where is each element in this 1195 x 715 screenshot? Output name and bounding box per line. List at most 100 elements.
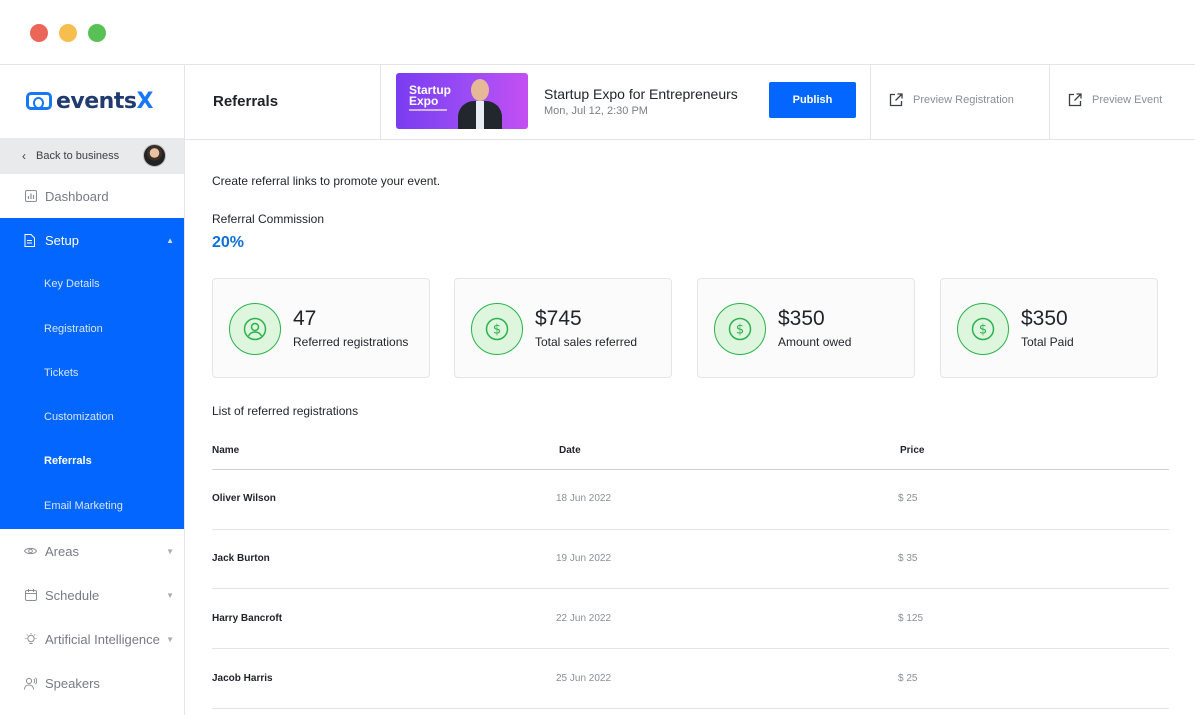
sidebar-subitem-referrals[interactable]: Referrals: [44, 455, 92, 467]
publish-button[interactable]: Publish: [769, 82, 856, 118]
sidebar-item-areas[interactable]: Areas ▼: [0, 529, 184, 573]
chevron-left-icon: ‹: [22, 149, 26, 163]
preview-event-label: Preview Event: [1092, 94, 1163, 106]
external-link-icon: [1068, 93, 1082, 107]
cell-date: 18 Jun 2022: [556, 493, 612, 504]
sidebar-item-setup[interactable]: Setup ▲: [0, 218, 184, 262]
sidebar-subitem-registration[interactable]: Registration: [44, 323, 103, 335]
column-header-date[interactable]: Date: [559, 445, 581, 456]
thumbnail-subline: [409, 109, 447, 111]
lightbulb-icon: [24, 632, 37, 646]
cell-date: 25 Jun 2022: [556, 673, 612, 684]
dollar-icon: $: [471, 303, 523, 355]
commission-label: Referral Commission: [212, 212, 325, 226]
back-label: Back to business: [36, 150, 120, 162]
sidebar-subitem-key-details[interactable]: Key Details: [44, 278, 100, 290]
row-divider: [212, 648, 1169, 649]
cell-name: Harry Bancroft: [212, 613, 283, 624]
page-header: Referrals Startup Expo Startup Expo for …: [185, 65, 1195, 140]
eventsx-logo[interactable]: eventsX: [26, 88, 153, 114]
back-to-business-button[interactable]: ‹ Back to business: [0, 138, 184, 174]
svg-text:$: $: [736, 323, 744, 338]
svg-text:$: $: [493, 323, 501, 338]
page-title: Referrals: [213, 93, 279, 110]
stat-label: Amount owed: [778, 335, 852, 349]
chart-icon: [24, 190, 37, 203]
thumbnail-title: Startup Expo: [409, 83, 451, 108]
table-header-divider: [212, 469, 1169, 470]
cell-price: $ 25: [898, 493, 918, 504]
event-date: Mon, Jul 12, 2:30 PM: [544, 105, 648, 117]
stat-value: 47: [293, 307, 317, 330]
stat-value: $745: [535, 307, 582, 330]
preview-event-button[interactable]: Preview Event: [1068, 93, 1162, 107]
sidebar-item-label: Setup: [45, 232, 79, 248]
external-link-icon: [889, 93, 903, 107]
sidebar-subitem-tickets[interactable]: Tickets: [44, 367, 78, 379]
row-divider: [212, 588, 1169, 589]
cell-name: Oliver Wilson: [212, 493, 276, 504]
preview-registration-label: Preview Registration: [913, 94, 1014, 106]
thumbnail-person-image: [458, 77, 502, 129]
maximize-window-button[interactable]: [88, 24, 106, 42]
avatar[interactable]: [143, 144, 166, 167]
column-header-name[interactable]: Name: [212, 445, 239, 456]
cell-price: $ 35: [898, 553, 918, 564]
sidebar-item-artificial-intelligence[interactable]: Artificial Intelligence ▼: [0, 617, 184, 661]
logo-text: eventsX: [56, 88, 153, 114]
calendar-icon: [24, 589, 37, 602]
dollar-icon: $: [714, 303, 766, 355]
sidebar-item-label: Artificial Intelligence: [45, 631, 160, 647]
svg-text:$: $: [979, 323, 987, 338]
sidebar-item-label: Areas: [45, 543, 79, 559]
chevron-down-icon: ▼: [166, 634, 174, 644]
stat-label: Referred registrations: [293, 335, 409, 349]
cell-price: $ 25: [898, 673, 918, 684]
speaker-person-icon: [24, 676, 37, 690]
event-name: Startup Expo for Entrepreneurs: [544, 86, 738, 102]
stat-card-total-sales-referred: $ $745 Total sales referred: [454, 278, 672, 378]
stat-value: $350: [778, 307, 825, 330]
setup-section: Setup ▲ Key Details Registration Tickets…: [0, 218, 184, 529]
logo-icon: [26, 92, 52, 110]
sidebar: eventsX ‹ Back to business Dashboard Set…: [0, 65, 185, 715]
sidebar-item-speakers[interactable]: Speakers: [0, 661, 184, 705]
chevron-up-icon: ▲: [166, 235, 174, 245]
sidebar-subitem-email-marketing[interactable]: Email Marketing: [44, 500, 123, 512]
event-thumbnail[interactable]: Startup Expo: [396, 73, 528, 129]
stat-card-amount-owed: $ $350 Amount owed: [697, 278, 915, 378]
stat-card-total-paid: $ $350 Total Paid: [940, 278, 1158, 378]
cell-price: $ 125: [898, 613, 924, 624]
stat-label: Total Paid: [1021, 335, 1074, 349]
sidebar-subitem-customization[interactable]: Customization: [44, 411, 114, 423]
sidebar-item-label: Dashboard: [45, 188, 109, 204]
user-icon: [229, 303, 281, 355]
preview-registration-button[interactable]: Preview Registration: [889, 93, 1014, 107]
intro-text: Create referral links to promote your ev…: [212, 174, 441, 188]
cell-name: Jack Burton: [212, 553, 270, 564]
chevron-down-icon: ▼: [166, 590, 174, 600]
sidebar-item-schedule[interactable]: Schedule ▼: [0, 573, 184, 617]
row-divider: [212, 708, 1169, 709]
eye-icon: [24, 545, 37, 558]
cell-date: 19 Jun 2022: [556, 553, 612, 564]
minimize-window-button[interactable]: [59, 24, 77, 42]
commission-value: 20%: [212, 234, 245, 251]
cell-name: Jacob Harris: [212, 673, 273, 684]
divider: [1049, 65, 1050, 140]
window-titlebar: [0, 0, 1195, 65]
stat-card-referred-registrations: 47 Referred registrations: [212, 278, 430, 378]
document-icon: [24, 233, 37, 247]
close-window-button[interactable]: [30, 24, 48, 42]
cell-date: 22 Jun 2022: [556, 613, 612, 624]
dollar-icon: $: [957, 303, 1009, 355]
chevron-down-icon: ▼: [166, 546, 174, 556]
stat-value: $350: [1021, 307, 1068, 330]
divider: [870, 65, 871, 140]
list-title: List of referred registrations: [212, 404, 359, 418]
row-divider: [212, 529, 1169, 530]
sidebar-item-dashboard[interactable]: Dashboard: [0, 174, 184, 218]
divider: [380, 65, 381, 140]
sidebar-item-label: Schedule: [45, 587, 100, 603]
column-header-price[interactable]: Price: [900, 445, 924, 456]
